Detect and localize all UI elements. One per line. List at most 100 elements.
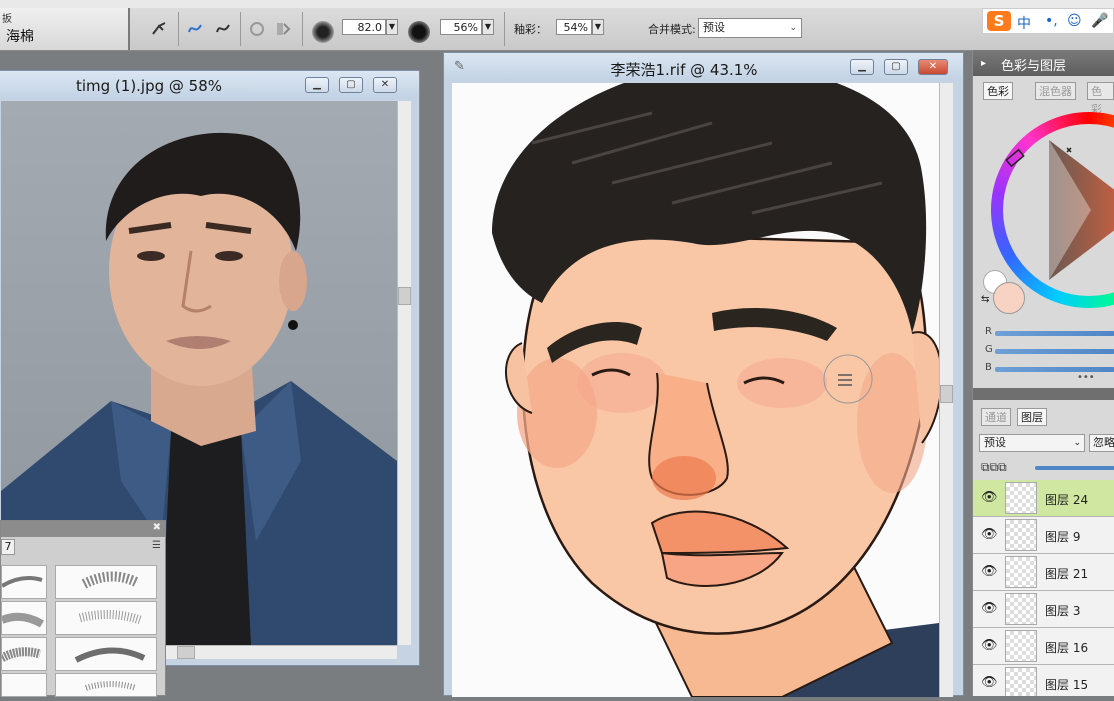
brush-variant[interactable] [55,565,157,599]
scrollbar-thumb[interactable] [398,287,411,305]
reference-window-title: timg (1).jpg @ 58% [75,77,223,95]
close-icon[interactable]: ✖ [153,522,161,533]
visibility-eye-icon[interactable]: 👁 [981,601,998,616]
layer-item[interactable]: 👁 图层 15 [973,665,1114,696]
layer-thumbnail [1005,556,1037,588]
color-blend-dropdown[interactable]: ▼ [592,19,604,35]
collapse-icon[interactable]: ▸ [981,58,986,69]
brush-library-panel: ✖ 7 ☰ [0,520,166,697]
canvas-window: ✎ 李荣浩1.rif @ 43.1% ▁ ▢ ✕ [443,52,964,697]
layer-item[interactable]: 👁 图层 9 [973,517,1114,554]
visibility-eye-icon[interactable]: 👁 [981,490,998,505]
freehand-stroke-icon[interactable] [184,18,206,40]
channel-r-slider[interactable] [995,331,1114,336]
property-bar: 扳 海棉 82.0 ▼ 56% ▼ 釉彩： 54% ▼ 合并模式: 预设 ⌄ [0,8,1114,51]
visibility-eye-icon[interactable]: 👁 [981,564,998,579]
layer-item[interactable]: 👁 图层 3 [973,591,1114,628]
layer-name: 图层 24 [1045,493,1089,507]
tab-mixer[interactable]: 混色器 [1035,82,1076,100]
stroke-attributes-icon[interactable] [272,18,294,40]
drawing-canvas[interactable] [452,83,939,697]
tool-name-label: 海棉 [6,29,34,45]
brush-size-dropdown[interactable]: ▼ [386,19,398,35]
layer-list: 👁 图层 24 👁 图层 9 👁 图层 21 👁 图层 3 👁 图层 16 👁 [973,480,1114,696]
canvas-vertical-scrollbar[interactable] [939,83,953,697]
close-button[interactable]: ✕ [373,77,397,93]
tab-color[interactable]: 色彩 [983,82,1013,100]
language-toggle[interactable]: 中 [1017,13,1031,33]
brush-variant[interactable] [55,673,157,697]
channel-b-label: B [985,362,992,373]
layer-item[interactable]: 👁 图层 16 [973,628,1114,665]
brush-variant[interactable] [55,601,157,635]
brush-tracking-icon[interactable] [246,18,268,40]
brush-variant[interactable] [0,565,47,599]
tab-color-label: 色彩 [987,85,1009,98]
reference-vertical-scrollbar[interactable] [397,101,411,645]
layer-name: 图层 15 [1045,678,1089,692]
reference-window-titlebar[interactable]: timg (1).jpg @ 58% ▁ ▢ ✕ [0,71,419,99]
layer-option-select[interactable]: 忽略 [1089,434,1114,452]
maximize-button[interactable]: ▢ [884,59,908,75]
sogou-logo-icon: S [987,11,1011,31]
visibility-eye-icon[interactable]: 👁 [981,527,998,542]
layer-thumbnail [1005,519,1037,551]
minimize-button[interactable]: ▁ [305,77,329,93]
tab-channels[interactable]: 通道 [981,408,1011,426]
swap-colors-icon[interactable]: ⇆ [981,294,989,305]
input-method-bar[interactable]: S 中 •, ☺ 🎤 [982,8,1114,34]
scrollbar-thumb[interactable] [177,646,195,659]
brush-category-tab[interactable]: 7 [1,539,15,555]
brush-size-field[interactable]: 82.0 [342,19,386,35]
brush-variant[interactable] [1,673,47,697]
reset-tool-icon[interactable] [148,18,170,40]
more-options-icon[interactable]: ••• [1077,372,1095,383]
current-tool-indicator[interactable]: 扳 海棉 [0,8,130,50]
toolbar-separator [178,12,179,46]
layer-name: 图层 21 [1045,567,1089,581]
menu-bar[interactable] [0,0,1114,8]
chevron-down-icon: ⌄ [1073,438,1081,448]
brush-variant[interactable] [0,601,47,635]
brush-panel-header[interactable]: ✖ [1,521,165,537]
scrollbar-thumb[interactable] [940,385,953,403]
microphone-icon[interactable]: 🎤 [1091,13,1108,29]
brush-variant[interactable] [0,637,47,671]
minimize-button[interactable]: ▁ [850,59,874,75]
layer-item[interactable]: 👁 图层 24 [973,480,1114,517]
opacity-field[interactable]: 56% [440,19,482,35]
tab-color-sets[interactable]: 色彩 [1087,82,1114,116]
punctuation-toggle[interactable]: •, [1045,13,1058,29]
channel-b-slider[interactable] [995,367,1114,372]
visibility-eye-icon[interactable]: 👁 [981,638,998,653]
visibility-eye-icon[interactable]: 👁 [981,675,998,690]
layer-item[interactable]: 👁 图层 21 [973,554,1114,591]
toolbar-separator [504,12,505,46]
main-color-swatch[interactable] [993,282,1025,314]
channel-g-label: G [985,344,993,355]
straight-stroke-icon[interactable] [212,18,234,40]
color-blend-field[interactable]: 54% [556,19,592,35]
blend-mode-value: 预设 [703,21,725,34]
blend-mode-select[interactable]: 预设 ⌄ [698,18,802,38]
toolbar-separator [240,12,241,46]
channel-g-slider[interactable] [995,349,1114,354]
opacity-icon [408,21,430,43]
layer-lock-icons[interactable]: ⧉⧉⧉ [981,460,1007,475]
tab-layers[interactable]: 图层 [1017,408,1047,426]
brush-variant[interactable] [55,637,157,671]
composite-method-select[interactable]: 预设 ⌄ [979,434,1085,452]
close-button[interactable]: ✕ [918,59,948,75]
opacity-dropdown[interactable]: ▼ [482,19,494,35]
panel-menu-icon[interactable]: ☰ [152,540,161,551]
canvas-window-title: 李荣浩1.rif @ 43.1% [610,61,758,79]
canvas-window-titlebar[interactable]: ✎ 李荣浩1.rif @ 43.1% ▁ ▢ ✕ [444,53,963,81]
panel-divider[interactable] [973,388,1114,400]
layer-opacity-slider[interactable] [1035,466,1114,470]
tab-channels-label: 通道 [985,411,1007,424]
maximize-button[interactable]: ▢ [339,77,363,93]
brush-size-icon [312,21,334,43]
color-panel-header[interactable]: ▸ 色彩与图层 [973,50,1114,76]
emoji-icon[interactable]: ☺ [1067,13,1082,29]
layer-name: 图层 9 [1045,530,1081,544]
